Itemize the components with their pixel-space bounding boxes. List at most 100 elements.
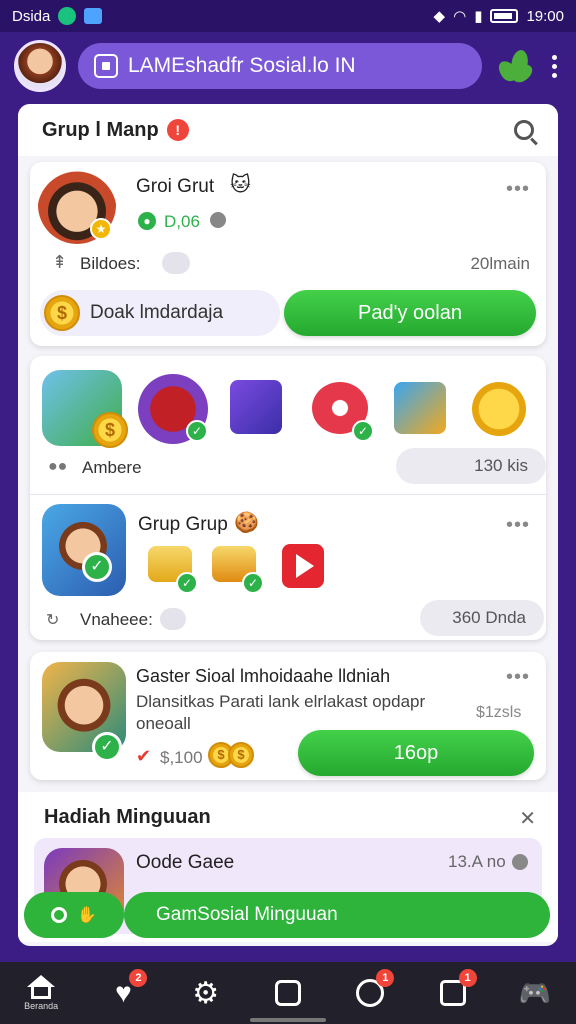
users-icon: ●● [48, 458, 68, 475]
fab-label: GamSosial Minguuan [156, 904, 338, 925]
leaf-icon[interactable] [494, 46, 536, 86]
promo-button[interactable]: 16op [298, 730, 534, 776]
group-card: ★ Groi Grut 🐱 ••• ● D,06 ⇞ Bildoes: 20lm… [30, 162, 546, 346]
check-icon: ✓ [82, 552, 112, 582]
home-icon [27, 975, 56, 987]
home-indicator [250, 1018, 326, 1022]
group-name: Groi Grut [136, 176, 215, 197]
nav-square[interactable] [258, 965, 318, 1021]
members-label: Bildoes: [80, 254, 141, 273]
emoji-icon: 🐱 [230, 174, 251, 196]
wifi-icon: ◠ [453, 8, 467, 25]
promo-side-value: $1zsls [476, 704, 522, 721]
nav-badge: 2 [129, 969, 148, 987]
check-icon: ✓ [176, 572, 198, 594]
signal-icon: ▮ [474, 8, 483, 25]
promo-desc-1: Dlansitkas Parati lank elrlakast opdapr [136, 692, 426, 711]
coin-icon: $ [44, 295, 80, 331]
check-icon: ✓ [352, 420, 374, 442]
promo-button-label: 16op [393, 742, 439, 764]
bottom-nav: Beranda ♥ 2 ⚙ 1 1 🎮 [0, 962, 576, 1024]
image-icon [84, 8, 103, 24]
nav-favorites[interactable]: ♥ 2 [93, 965, 153, 1021]
panel-title: Grup l Manp [42, 118, 159, 141]
weekly-item-time: 13.A no [448, 852, 506, 871]
points-icon: ● [136, 210, 158, 232]
coin-icon: $ [92, 412, 128, 448]
alert-icon: ! [166, 119, 189, 141]
items-count: 130 kis [474, 456, 528, 475]
character-face [52, 670, 116, 734]
close-icon[interactable] [512, 854, 528, 870]
nav-badge: 1 [376, 969, 395, 987]
nav-settings[interactable]: ⚙ [176, 965, 236, 1021]
play-triangle [296, 554, 314, 578]
square-icon [274, 980, 301, 1006]
items-label: Ambere [82, 458, 142, 477]
card-menu-icon[interactable]: ••• [506, 514, 530, 537]
check-icon: ✓ [92, 732, 122, 762]
promo-price: $,100 [160, 748, 203, 767]
weekly-item-title: Oode Gaee [136, 852, 235, 873]
play-button-label: Pad'y oolan [358, 302, 462, 324]
grup-count-pill: 360 Dnda [420, 600, 544, 636]
nav-games[interactable]: 🎮 [505, 965, 565, 1021]
weekly-title: Hadiah Minguuan [44, 806, 211, 828]
grup-count: 360 Dnda [452, 608, 526, 627]
play-button[interactable]: Pad'y oolan [284, 290, 536, 336]
refresh-icon: ↻ [46, 612, 60, 629]
nav-home[interactable]: Beranda [11, 965, 71, 1021]
cube-icon[interactable] [230, 380, 282, 434]
search-icon[interactable] [514, 120, 534, 140]
info-icon [210, 212, 226, 228]
main-panel: Grup l Manp ! ★ Groi Grut 🐱 ••• ● D,06 ⇞… [18, 104, 558, 946]
group-time: 20lmain [470, 254, 530, 273]
puzzle-icon[interactable] [394, 382, 446, 434]
nav-home-label: Beranda [24, 1001, 59, 1011]
card-menu-icon[interactable]: ••• [506, 666, 530, 689]
coin-icon: $ [228, 742, 254, 768]
card-menu-icon[interactable]: ••• [506, 178, 530, 201]
pin-icon[interactable]: ✕ [519, 806, 536, 831]
avatar[interactable] [14, 40, 66, 92]
gold-coin-icon[interactable] [472, 382, 526, 436]
promo-desc-2: oneoall [136, 714, 191, 733]
status-left-text: Dsida [12, 7, 51, 25]
grup-label: Vnaheee: [80, 610, 153, 629]
group-points: D,06 [164, 212, 200, 231]
fab-row: ✋ GamSosial Minguuan [24, 892, 550, 938]
notification-icon [58, 7, 77, 25]
fab-main-button[interactable]: GamSosial Minguuan [124, 892, 550, 938]
check-icon: ✓ [186, 420, 208, 442]
status-bar: Dsida ◆ ◠ ▮ 19:00 [0, 0, 576, 32]
tag-icon: ✔ [136, 746, 152, 766]
promo-title: Gaster Sioal lmhoidaahe lldniah [136, 666, 391, 686]
more-menu-icon[interactable] [546, 54, 562, 78]
status-time: 19:00 [526, 7, 564, 25]
nav-chat[interactable]: 1 [340, 965, 400, 1021]
search-icon [51, 907, 68, 923]
grup-title: Grup Grup [138, 514, 228, 535]
items-count-pill: 130 kis [396, 448, 546, 484]
check-icon: ✓ [242, 572, 264, 594]
app-title: LAMEshadfr Sosial.lo IN [128, 54, 356, 77]
count-pill [160, 608, 186, 630]
cookie-icon: 🍪 [234, 512, 259, 534]
items-card: $ ✓ ✓ ●● Ambere 130 kis ✓ Grup Grup 🍪 ••… [30, 356, 546, 640]
hand-icon: ✋ [77, 907, 97, 924]
app-bar: LAMEshadfr Sosial.lo IN [0, 32, 576, 100]
gamepad-icon: 🎮 [518, 977, 552, 1008]
fab-search-button[interactable]: ✋ [24, 892, 124, 938]
title-pill[interactable]: LAMEshadfr Sosial.lo IN [78, 43, 482, 89]
gear-icon: ⚙ [192, 976, 220, 1010]
app-icon [94, 54, 118, 78]
divider [30, 494, 546, 495]
members-icon: ⇞ [52, 252, 68, 272]
nav-badge: 1 [458, 969, 477, 987]
members-count-pill [162, 252, 190, 274]
share-button-label: Doak lmdardaja [90, 302, 224, 323]
nav-messages[interactable]: 1 [423, 965, 483, 1021]
verified-icon: ★ [90, 218, 112, 240]
battery-icon [490, 9, 519, 23]
promo-card: ✓ Gaster Sioal lmhoidaahe lldniah ••• Dl… [30, 652, 546, 780]
